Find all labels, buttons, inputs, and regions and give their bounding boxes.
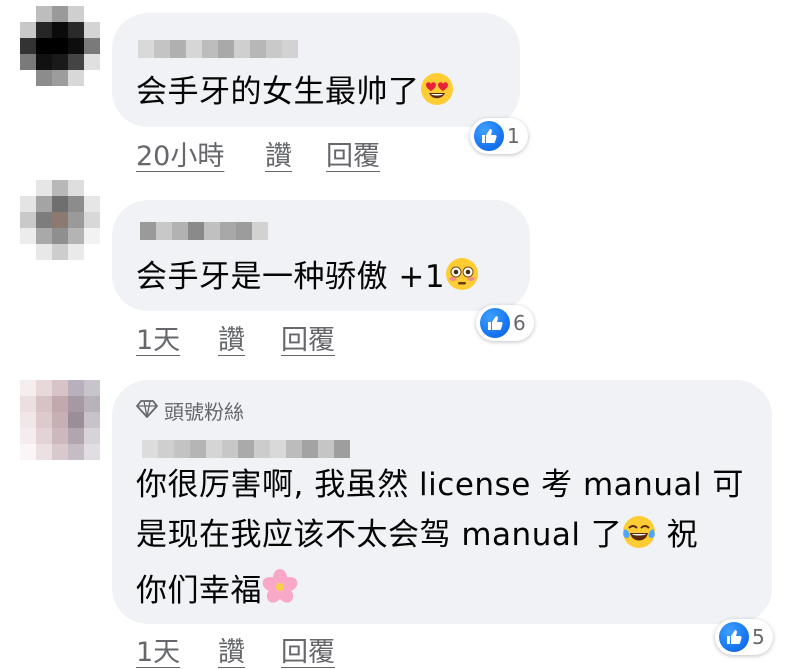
comment-text-line-3: 你们幸福 bbox=[136, 566, 298, 620]
reaction-summary[interactable]: 5 bbox=[715, 619, 773, 655]
comment-bubble: 会手牙是一种骄傲 +1 bbox=[112, 200, 530, 311]
flushed-face-emoji bbox=[445, 256, 479, 306]
like-button[interactable]: 讚 bbox=[218, 630, 245, 669]
timestamp-link[interactable]: 20小時 bbox=[136, 134, 224, 173]
reaction-count: 6 bbox=[513, 311, 526, 335]
diamond-icon bbox=[136, 399, 158, 423]
timestamp-link[interactable]: 1天 bbox=[136, 630, 180, 669]
reply-button[interactable]: 回覆 bbox=[326, 134, 380, 173]
avatar[interactable] bbox=[20, 380, 100, 460]
cherry-blossom-emoji bbox=[262, 569, 298, 620]
reaction-summary[interactable]: 6 bbox=[476, 305, 534, 341]
commenter-name-blurred[interactable] bbox=[138, 40, 298, 58]
reply-button[interactable]: 回覆 bbox=[281, 630, 335, 669]
comment-text: 会手牙是一种骄傲 +1 bbox=[136, 252, 479, 306]
top-fan-badge[interactable]: 頭號粉絲 bbox=[136, 396, 244, 425]
comment-bubble: 会手牙的女生最帅了 bbox=[112, 13, 520, 127]
comment-bubble: 頭號粉絲 你很厉害啊, 我虽然 license 考 manual 可 是现在我应… bbox=[112, 380, 772, 624]
reaction-count: 1 bbox=[507, 124, 520, 148]
avatar[interactable] bbox=[20, 180, 100, 260]
comment-text-line-2: 是现在我应该不太会驾 manual 了 祝 bbox=[136, 510, 698, 564]
comment-text-line-1: 你很厉害啊, 我虽然 license 考 manual 可 bbox=[136, 467, 744, 503]
reply-button[interactable]: 回覆 bbox=[281, 318, 335, 357]
reaction-count: 5 bbox=[752, 625, 765, 649]
like-button[interactable]: 讚 bbox=[218, 318, 245, 357]
tears-of-joy-emoji bbox=[622, 514, 656, 564]
commenter-name-blurred[interactable] bbox=[142, 440, 350, 458]
heart-eyes-emoji bbox=[420, 71, 454, 121]
avatar[interactable] bbox=[20, 6, 100, 86]
like-icon bbox=[480, 308, 510, 338]
timestamp-link[interactable]: 1天 bbox=[136, 318, 180, 357]
commenter-name-blurred[interactable] bbox=[140, 222, 268, 240]
comment-text: 会手牙的女生最帅了 bbox=[136, 67, 454, 121]
like-icon bbox=[474, 121, 504, 151]
like-icon bbox=[719, 622, 749, 652]
like-button[interactable]: 讚 bbox=[265, 134, 292, 173]
reaction-summary[interactable]: 1 bbox=[470, 118, 528, 154]
badge-label: 頭號粉絲 bbox=[164, 400, 244, 424]
